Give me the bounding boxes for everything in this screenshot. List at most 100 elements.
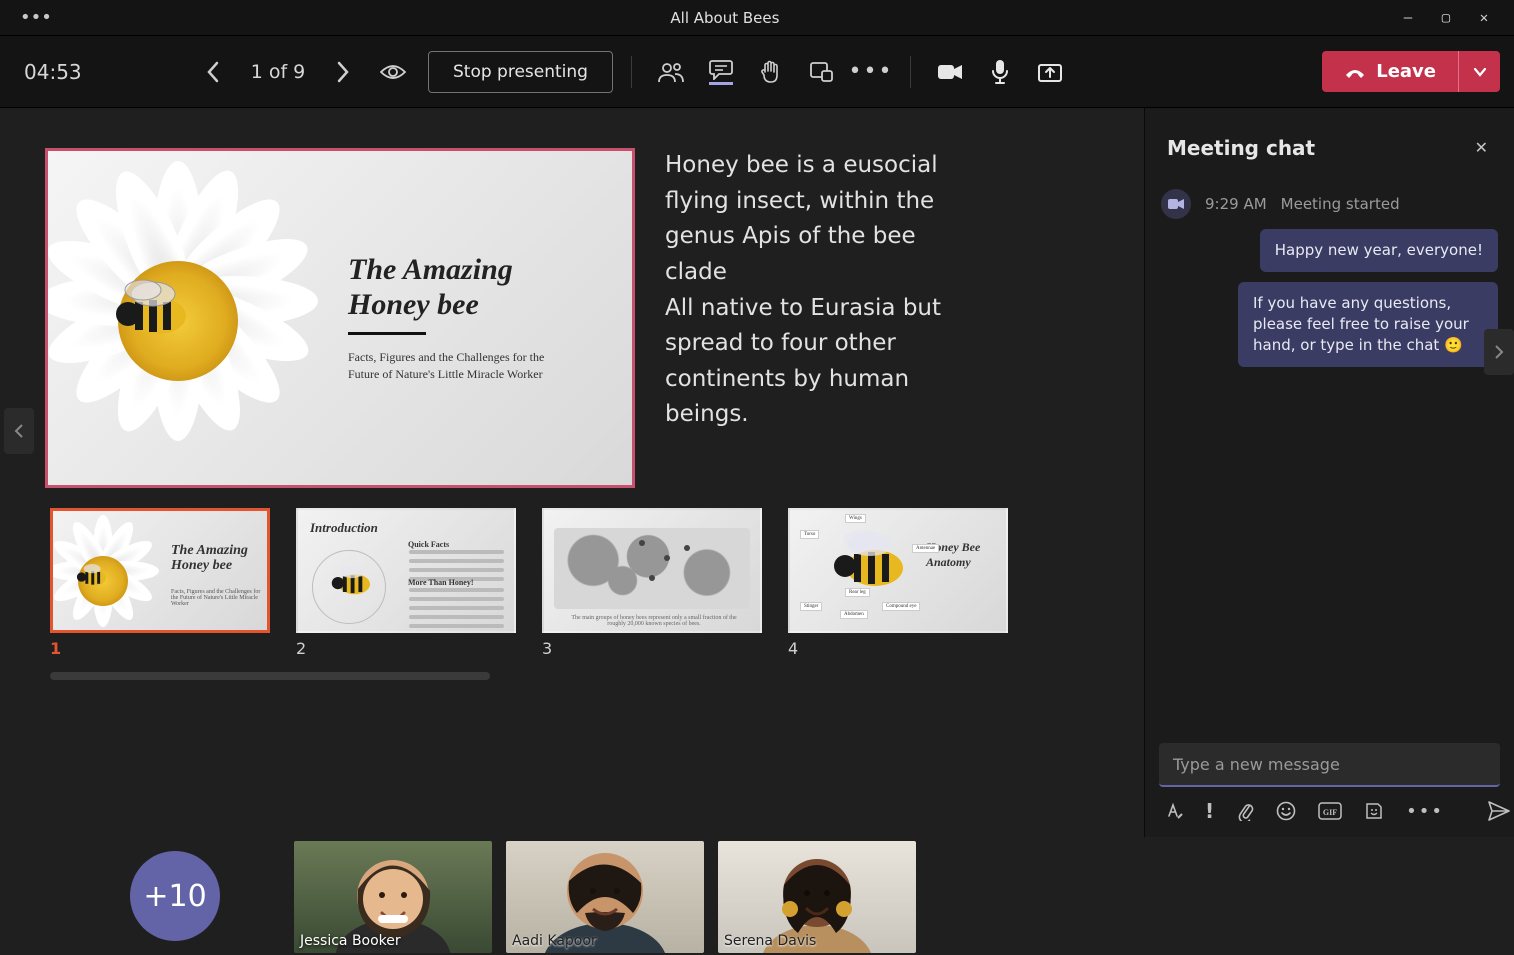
emoji-button[interactable] [1276, 801, 1296, 821]
leave-label: Leave [1376, 61, 1436, 82]
meeting-icon [1161, 189, 1191, 219]
breakout-rooms-icon [809, 61, 833, 83]
system-message: 9:29 AM Meeting started [1161, 189, 1498, 219]
participant-tile[interactable]: Serena Davis [718, 841, 916, 953]
pan-left-button[interactable] [4, 408, 34, 454]
divider [910, 56, 911, 88]
microphone-icon [991, 59, 1009, 85]
chat-button[interactable] [700, 51, 742, 93]
chevron-right-icon [336, 61, 350, 83]
close-chat-button[interactable]: ✕ [1471, 134, 1492, 161]
prev-slide-button[interactable] [192, 51, 234, 93]
priority-button[interactable]: ! [1205, 799, 1214, 823]
notes-p2: All native to Eurasia but spread to four… [665, 291, 975, 434]
participant-tile[interactable]: Jessica Booker [294, 841, 492, 953]
presenter-area: The Amazing Honey bee Facts, Figures and… [0, 108, 1144, 837]
chat-message[interactable]: If you have any questions, please feel f… [1238, 282, 1498, 367]
chat-message[interactable]: Happy new year, everyone! [1260, 229, 1498, 272]
share-screen-icon [1037, 61, 1063, 83]
slide-title-line1: The Amazing [348, 253, 513, 286]
title-bar: ••• All About Bees — ▢ ✕ [0, 0, 1514, 36]
content-area: The Amazing Honey bee Facts, Figures and… [0, 108, 1514, 837]
sticker-button[interactable] [1364, 801, 1384, 821]
emoji-icon [1276, 801, 1296, 821]
gif-button[interactable]: GIF [1318, 802, 1342, 820]
eye-icon [380, 63, 406, 81]
bee-icon [103, 276, 193, 346]
thumb-title: The Amazing Honey bee [171, 543, 267, 574]
thumbnail-scrollbar[interactable] [50, 672, 490, 680]
rooms-button[interactable] [800, 51, 842, 93]
leave-more-button[interactable] [1458, 51, 1500, 92]
share-button[interactable] [1029, 51, 1071, 93]
chevron-left-icon [14, 423, 24, 439]
maximize-button[interactable]: ▢ [1436, 10, 1456, 26]
chat-panel: Meeting chat ✕ 9:29 AM Meeting started H… [1144, 108, 1514, 837]
participant-name: Jessica Booker [300, 933, 401, 949]
chat-messages: 9:29 AM Meeting started Happy new year, … [1145, 179, 1514, 733]
thumbnail-3[interactable]: The main groups of honey bees represent … [542, 508, 762, 633]
window-title: All About Bees [68, 9, 1382, 27]
world-map-graphic [554, 528, 750, 609]
participant-tile[interactable]: Aadi Kapoor [506, 841, 704, 953]
slide-subtitle: Facts, Figures and the Challenges for th… [348, 349, 578, 383]
app-menu-button[interactable]: ••• [4, 3, 68, 32]
thumbnail-2[interactable]: Introduction Quick Facts More Than Honey… [296, 508, 516, 633]
leave-button-group: Leave [1322, 51, 1500, 92]
flower-graphic [45, 148, 348, 471]
current-slide[interactable]: The Amazing Honey bee Facts, Figures and… [45, 148, 635, 488]
slide-with-notes: The Amazing Honey bee Facts, Figures and… [0, 108, 1144, 508]
slide-counter: 1 of 9 [248, 61, 308, 83]
notes-p1: Honey bee is a eusocial flying insect, w… [665, 148, 975, 291]
participants-button[interactable] [650, 51, 692, 93]
system-time: 9:29 AM [1205, 195, 1267, 213]
participant-name: Serena Davis [724, 933, 816, 949]
minimize-button[interactable]: — [1398, 10, 1418, 26]
divider [631, 56, 632, 88]
slide-title-line2: Honey bee [348, 288, 479, 321]
more-participants-badge[interactable]: +10 [130, 851, 220, 941]
send-button[interactable] [1488, 801, 1510, 821]
more-compose-button[interactable]: ••• [1406, 801, 1444, 822]
thumbnail-1[interactable]: The Amazing Honey bee Facts, Figures and… [50, 508, 270, 633]
chevron-right-icon [1494, 344, 1504, 360]
compose-toolbar: ! GIF ••• [1159, 787, 1500, 825]
camera-toggle-button[interactable] [929, 51, 971, 93]
thumb-title: Introduction [310, 520, 378, 536]
people-icon [658, 61, 684, 83]
thumb-number: 2 [296, 639, 516, 658]
paperclip-icon [1236, 801, 1254, 821]
stop-presenting-button[interactable]: Stop presenting [428, 51, 613, 93]
format-button[interactable] [1165, 802, 1183, 820]
chat-title: Meeting chat [1167, 136, 1471, 160]
leave-button[interactable]: Leave [1322, 51, 1458, 92]
camera-icon [937, 63, 963, 81]
chat-icon [709, 58, 733, 85]
speaker-notes: Honey bee is a eusocial flying insect, w… [665, 148, 975, 433]
pan-right-button[interactable] [1484, 329, 1514, 375]
raise-hand-button[interactable] [750, 51, 792, 93]
slide-text: The Amazing Honey bee Facts, Figures and… [348, 253, 578, 383]
close-window-button[interactable]: ✕ [1474, 10, 1494, 26]
compose-placeholder: Type a new message [1173, 755, 1340, 774]
thumb-number: 3 [542, 639, 762, 658]
thumb-number: 4 [788, 639, 1008, 658]
rule [348, 332, 426, 335]
format-icon [1165, 802, 1183, 820]
chevron-left-icon [206, 61, 220, 83]
attach-button[interactable] [1236, 801, 1254, 821]
sticker-icon [1364, 801, 1384, 821]
mic-toggle-button[interactable] [979, 51, 1021, 93]
presenter-view-button[interactable] [372, 51, 414, 93]
next-slide-button[interactable] [322, 51, 364, 93]
thumb-number: 1 [50, 639, 270, 658]
participant-strip: +10 Jessica Booker Aadi Kapoor Serena Da… [0, 837, 1514, 955]
chat-header: Meeting chat ✕ [1145, 108, 1514, 179]
thumbnail-strip: The Amazing Honey bee Facts, Figures and… [0, 508, 1144, 686]
compose-input[interactable]: Type a new message [1159, 743, 1500, 787]
compose-area: Type a new message ! GIF • [1145, 733, 1514, 837]
meeting-timer: 04:53 [14, 60, 104, 84]
ellipsis-icon: ••• [849, 59, 894, 84]
more-actions-button[interactable]: ••• [850, 51, 892, 93]
thumbnail-4[interactable]: Honey Bee Anatomy Torso Wings Antennae S… [788, 508, 1008, 633]
